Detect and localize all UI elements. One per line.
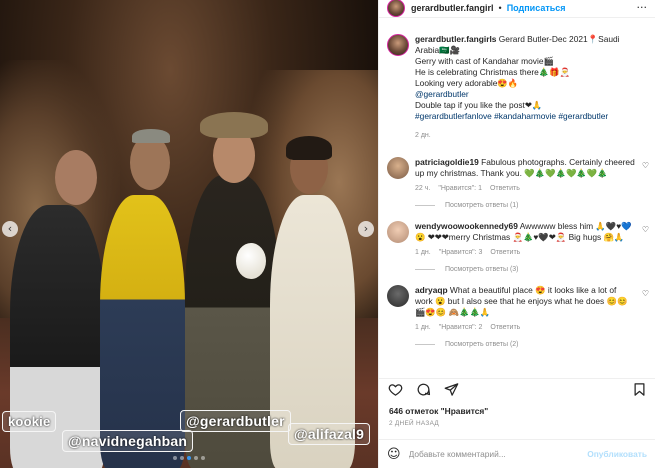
avatar[interactable] bbox=[387, 221, 409, 243]
comment-meta: 1 дн. "Нравится": 2 Ответить bbox=[415, 324, 635, 331]
comment-item: patriciagoldie19 Fabulous photographs. C… bbox=[379, 157, 655, 209]
publish-button[interactable]: Опубликовать bbox=[587, 449, 647, 459]
separator-dot: • bbox=[498, 2, 502, 13]
person-2-cap bbox=[132, 129, 170, 143]
comment-likes[interactable]: "Нравится": 1 bbox=[438, 185, 482, 192]
comment-body: patriciagoldie19 Fabulous photographs. C… bbox=[415, 157, 635, 209]
reply-divider bbox=[415, 205, 435, 206]
view-replies-button[interactable]: Посмотреть ответы (1) bbox=[415, 202, 635, 209]
person-4-hair bbox=[286, 136, 332, 160]
comment-text: patriciagoldie19 Fabulous photographs. C… bbox=[415, 157, 635, 179]
comment-meta: 1 дн. "Нравится": 3 Ответить bbox=[415, 249, 635, 256]
view-replies-label: Посмотреть ответы (2) bbox=[445, 341, 519, 348]
caption-mention-link[interactable]: @gerardbutler bbox=[415, 89, 469, 99]
bookmark-icon bbox=[634, 383, 644, 396]
post-date: 2 ДНЕЙ НАЗАД bbox=[389, 420, 439, 427]
like-comment-heart-icon[interactable]: ♡ bbox=[642, 225, 649, 234]
view-replies-label: Посмотреть ответы (1) bbox=[445, 202, 519, 209]
caption-hashtags[interactable]: #gerardbutlerfanlove #kandaharmovie #ger… bbox=[415, 111, 608, 121]
header-username[interactable]: gerardbutler.fangirl bbox=[411, 3, 494, 13]
avatar[interactable] bbox=[387, 0, 405, 17]
avatar[interactable] bbox=[387, 157, 409, 179]
comment-body: adryaqp What a beautiful place 😍 it look… bbox=[415, 285, 635, 348]
photo-tag-gerardbutler: @gerardbutler bbox=[180, 410, 291, 432]
comment-input[interactable] bbox=[408, 449, 588, 459]
like-count[interactable]: 646 отметок "Нравится" bbox=[389, 406, 488, 416]
instagram-post-view: kookie @navidnegahban @gerardbutler @ali… bbox=[0, 0, 655, 468]
comment-body: wendywoowookennedy69 Awwwww bless him 🙏🖤… bbox=[415, 221, 635, 273]
carousel-prev-button[interactable]: ‹ bbox=[2, 221, 18, 237]
person-1-head bbox=[55, 150, 97, 205]
avatar[interactable] bbox=[387, 285, 409, 307]
reply-button[interactable]: Ответить bbox=[490, 185, 520, 192]
caption-line: Looking very adorable😍🔥 bbox=[415, 78, 519, 88]
like-button[interactable] bbox=[387, 382, 403, 398]
comment-time: 22 ч. bbox=[415, 185, 431, 192]
caption-text: gerardbutler.fangirls Gerard Butler-Dec … bbox=[415, 34, 645, 122]
comment-text: adryaqp What a beautiful place 😍 it look… bbox=[415, 285, 635, 318]
person-2-head bbox=[130, 135, 170, 190]
view-replies-button[interactable]: Посмотреть ответы (2) bbox=[415, 341, 635, 348]
comment-meta: 22 ч. "Нравится": 1 Ответить bbox=[415, 185, 635, 192]
photo-tag-kookie: kookie bbox=[2, 411, 57, 432]
comment-likes[interactable]: "Нравится": 3 bbox=[439, 249, 483, 256]
emoji-icon[interactable]: ☺ bbox=[387, 447, 401, 462]
heart-icon bbox=[388, 384, 402, 396]
caption-username[interactable]: gerardbutler.fangirls bbox=[415, 34, 496, 44]
post-caption: gerardbutler.fangirls Gerard Butler-Dec … bbox=[379, 22, 655, 122]
more-options-icon[interactable]: ··· bbox=[637, 1, 648, 14]
comment-username[interactable]: patriciagoldie19 bbox=[415, 157, 479, 167]
post-actions-bar bbox=[379, 378, 655, 400]
carousel-dots bbox=[0, 456, 378, 460]
comment-item: adryaqp What a beautiful place 😍 it look… bbox=[379, 285, 655, 348]
comment-username[interactable]: wendywoowookennedy69 bbox=[415, 221, 518, 231]
reply-divider bbox=[415, 344, 435, 345]
comment-button[interactable] bbox=[415, 382, 431, 398]
post-sidebar: gerardbutler.fangirl • Подписаться ··· g… bbox=[378, 0, 655, 468]
view-replies-button[interactable]: Посмотреть ответы (3) bbox=[415, 266, 635, 273]
caption-line: He is celebrating Christmas there🎄🎁🎅 bbox=[415, 67, 571, 77]
save-button[interactable] bbox=[631, 382, 647, 398]
comment-time: 1 дн. bbox=[415, 324, 431, 331]
paper-plane-icon bbox=[444, 383, 458, 396]
chevron-right-icon: › bbox=[363, 222, 369, 235]
reply-divider bbox=[415, 269, 435, 270]
carousel-next-button[interactable]: › bbox=[358, 221, 374, 237]
post-photo[interactable]: kookie @navidnegahban @gerardbutler @ali… bbox=[0, 0, 378, 468]
photo-tag-navidnegahban: @navidnegahban bbox=[62, 430, 194, 452]
ostrich-egg bbox=[236, 243, 266, 279]
carousel-dot bbox=[194, 456, 198, 460]
avatar[interactable] bbox=[387, 34, 409, 56]
comment-username[interactable]: adryaqp bbox=[415, 285, 448, 295]
caption-line: Double tap if you like the post❤🙏 bbox=[415, 100, 543, 110]
reply-button[interactable]: Ответить bbox=[490, 249, 520, 256]
carousel-dot bbox=[201, 456, 205, 460]
person-2 bbox=[100, 195, 185, 468]
caption-timestamp: 2 дн. bbox=[415, 132, 431, 139]
add-comment-bar: ☺ Опубликовать bbox=[379, 439, 655, 468]
follow-button[interactable]: Подписаться bbox=[507, 3, 566, 13]
carousel-dot-active bbox=[187, 456, 191, 460]
reply-button[interactable]: Ответить bbox=[490, 324, 520, 331]
person-3-hat bbox=[200, 112, 268, 138]
like-comment-heart-icon[interactable]: ♡ bbox=[642, 289, 649, 298]
comment-likes[interactable]: "Нравится": 2 bbox=[439, 324, 483, 331]
chevron-left-icon: ‹ bbox=[7, 222, 13, 235]
comment-bubble-icon bbox=[417, 383, 430, 396]
view-replies-label: Посмотреть ответы (3) bbox=[445, 266, 519, 273]
carousel-dot bbox=[173, 456, 177, 460]
like-comment-heart-icon[interactable]: ♡ bbox=[642, 161, 649, 170]
comment-time: 1 дн. bbox=[415, 249, 431, 256]
comments-scroll-area[interactable]: gerardbutler.fangirls Gerard Butler-Dec … bbox=[379, 22, 655, 367]
photo-tag-alifazal9: @alifazal9 bbox=[288, 423, 371, 445]
post-header: gerardbutler.fangirl • Подписаться ··· bbox=[379, 0, 655, 18]
carousel-dot bbox=[180, 456, 184, 460]
share-button[interactable] bbox=[443, 382, 459, 398]
comment-item: wendywoowookennedy69 Awwwww bless him 🙏🖤… bbox=[379, 221, 655, 273]
caption-line: Gerry with cast of Kandahar movie🎬 bbox=[415, 56, 554, 66]
comment-text: wendywoowookennedy69 Awwwww bless him 🙏🖤… bbox=[415, 221, 635, 243]
